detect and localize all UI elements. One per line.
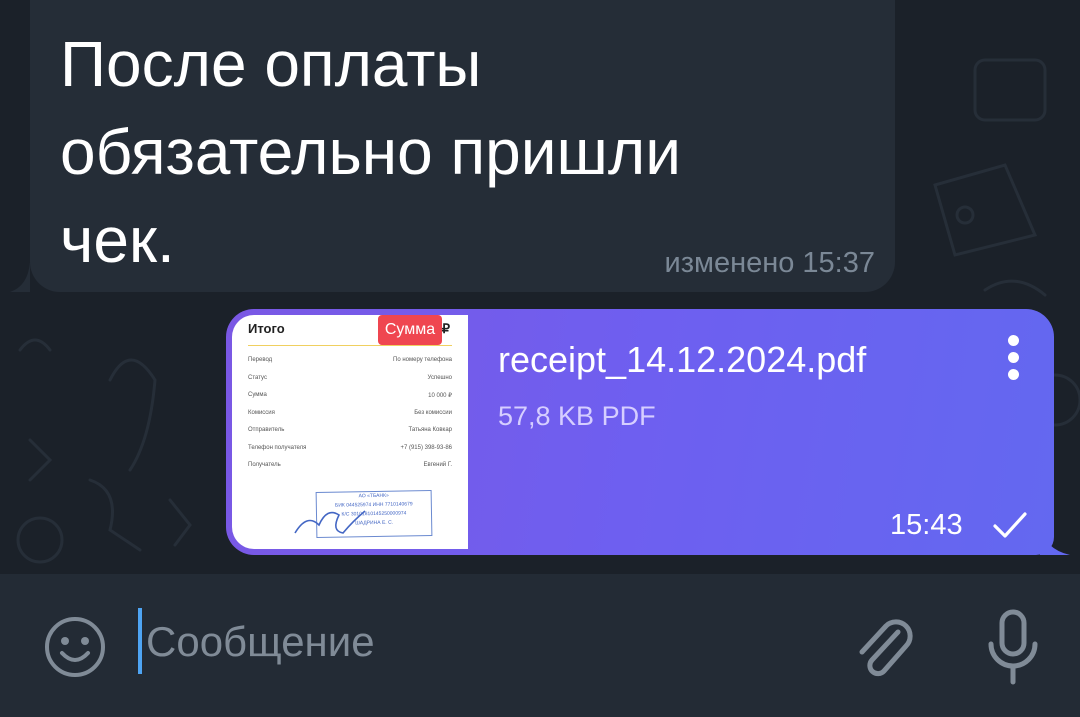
receipt-row-label: Сумма [248, 392, 267, 398]
paperclip-icon[interactable] [852, 610, 916, 682]
smile-icon[interactable] [44, 616, 106, 678]
receipt-row: Перевод По номеру телефона [248, 357, 452, 375]
receipt-rows: Перевод По номеру телефона Статус Успешно … [248, 357, 452, 480]
receipt-row: Телефон получателя +7 (915) 398-93-86 [248, 445, 452, 463]
receipt-row-value: По номеру телефона [393, 357, 452, 363]
microphone-icon[interactable] [986, 608, 1040, 686]
receipt-row-value: 10 000 ₽ [428, 393, 452, 399]
receipt-row: Статус Успешно [248, 375, 452, 393]
outgoing-bubble-tail [1040, 525, 1070, 555]
incoming-message-text: После оплаты обязательно пришли чек. [60, 28, 681, 276]
file-size: 57,8 KB PDF [498, 401, 656, 431]
receipt-row-value: Татьяна Ковкар [408, 427, 453, 433]
receipt-row-label: Комиссия [248, 409, 275, 416]
receipt-row: Отправитель Татьяна Ковкар [248, 427, 452, 445]
receipt-row: Комиссия Без комиссии [248, 410, 452, 428]
receipt-row: Получатель Евгений Г. [248, 462, 452, 480]
signature [294, 510, 366, 534]
receipt-row-value: Без комиссии [414, 409, 452, 416]
pdf-thumbnail[interactable]: Итого ₽ Сумма Перевод По номеру телефона … [232, 315, 468, 549]
receipt-title: Итого [248, 321, 285, 336]
incoming-message-bubble[interactable]: После оплаты обязательно пришли чек. изм… [30, 0, 895, 292]
receipt-row-value: Евгений Г. [423, 462, 452, 468]
check-icon [993, 512, 1027, 538]
receipt-row-label: Получатель [248, 462, 281, 468]
incoming-bubble-tail [10, 262, 30, 292]
amount-badge: Сумма [378, 315, 442, 345]
receipt-ruble-sign: ₽ [441, 321, 450, 336]
outgoing-file-bubble[interactable]: Итого ₽ Сумма Перевод По номеру телефона … [226, 309, 1054, 555]
receipt-row-label: Отправитель [248, 427, 285, 433]
message-edited-time: изменено 15:37 [664, 247, 875, 279]
more-options-icon[interactable] [1002, 333, 1026, 383]
text-caret [138, 608, 142, 674]
message-time: 15:43 [890, 509, 963, 541]
file-name[interactable]: receipt_14.12.2024.pdf [498, 339, 866, 381]
receipt-row-value: Успешно [427, 374, 452, 381]
receipt-row-label: Статус [248, 374, 267, 381]
message-input-bar [0, 574, 1080, 717]
receipt-row-value: +7 (915) 398-93-86 [400, 444, 452, 451]
receipt-row-label: Перевод [248, 357, 273, 363]
receipt-divider [248, 345, 452, 346]
receipt-row-label: Телефон получателя [248, 444, 307, 451]
receipt-row: Сумма 10 000 ₽ [248, 392, 452, 410]
message-input[interactable] [146, 602, 806, 682]
